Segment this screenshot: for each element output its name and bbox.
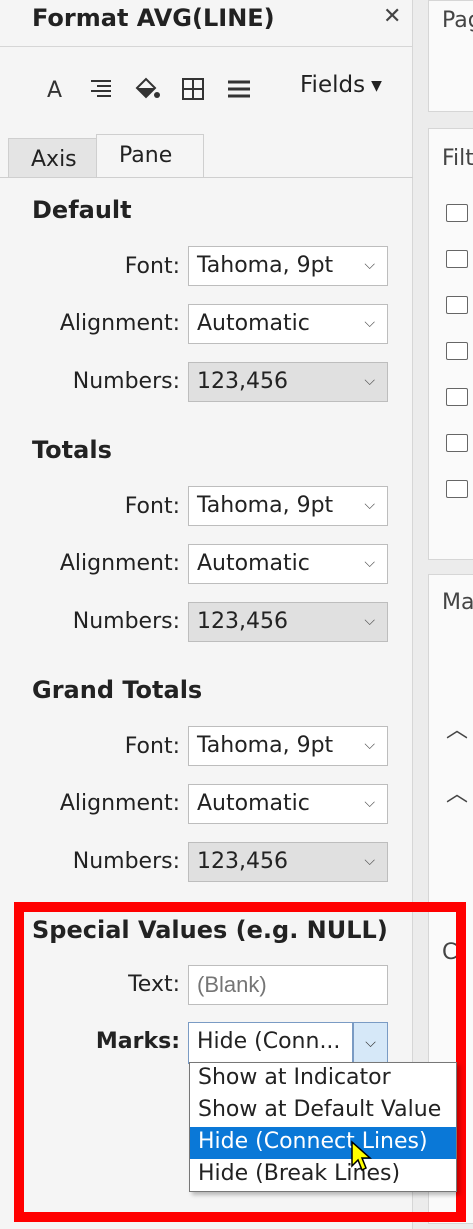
default-numbers-label: Numbers:	[72, 369, 180, 394]
totals-numbers-select[interactable]: 123,456 ⌵	[188, 602, 388, 642]
marks-card-label: Ma	[442, 590, 473, 615]
close-icon[interactable]: ✕	[383, 4, 401, 29]
grand-totals-alignment-select[interactable]: Automatic ⌵	[188, 784, 388, 824]
fields-dropdown[interactable]: Fields ▼	[300, 72, 382, 98]
default-alignment-label: Alignment:	[59, 311, 180, 336]
marks-dropdown-list: Show at Indicator Show at Default Value …	[189, 1062, 457, 1192]
caret-down-icon: ▼	[371, 77, 382, 94]
filter-item-icon[interactable]	[446, 342, 468, 360]
totals-font-label: Font:	[124, 494, 180, 519]
chevron-down-icon: ⌵	[364, 315, 375, 331]
default-numbers-value: 123,456	[197, 369, 288, 394]
filter-item-icon[interactable]	[446, 296, 468, 314]
filter-item-icon[interactable]	[446, 388, 468, 406]
default-alignment-select[interactable]: Automatic ⌵	[188, 304, 388, 344]
chevron-down-icon: ⌵	[364, 257, 375, 273]
totals-alignment-label: Alignment:	[59, 551, 180, 576]
chevron-down-icon: ⌵	[364, 853, 375, 869]
alignment-icon[interactable]	[86, 74, 116, 104]
chevron-down-icon: ⌵	[364, 737, 375, 753]
mouse-pointer-icon	[351, 1140, 372, 1172]
grand-totals-numbers-value: 123,456	[197, 849, 288, 874]
totals-alignment-value: Automatic	[197, 551, 310, 576]
section-special-values-title: Special Values (e.g. NULL)	[32, 916, 388, 944]
pages-label: Pag	[442, 8, 473, 33]
toolbar-divider	[0, 46, 413, 47]
totals-font-value: Tahoma, 9pt	[197, 493, 334, 518]
borders-icon[interactable]	[178, 74, 208, 104]
section-totals-title: Totals	[32, 436, 112, 464]
marks-option-hide-break-lines[interactable]: Hide (Break Lines)	[190, 1159, 456, 1191]
font-icon[interactable]: A	[40, 74, 70, 104]
special-text-input[interactable]	[188, 965, 388, 1005]
totals-alignment-select[interactable]: Automatic ⌵	[188, 544, 388, 584]
format-pane: Format AVG(LINE) ✕ A Fields ▼ Axis Pane D…	[0, 0, 413, 1229]
chevron-down-icon[interactable]: ⌵	[353, 1022, 388, 1064]
grand-totals-font-select[interactable]: Tahoma, 9pt ⌵	[188, 726, 388, 766]
grand-totals-font-value: Tahoma, 9pt	[197, 733, 334, 758]
grand-totals-font-label: Font:	[124, 734, 180, 759]
chevron-down-icon: ⌵	[364, 373, 375, 389]
marks-option-hide-connect-lines[interactable]: Hide (Connect Lines)	[190, 1127, 456, 1159]
shading-icon[interactable]	[132, 74, 162, 104]
default-font-select[interactable]: Tahoma, 9pt ⌵	[188, 246, 388, 286]
grand-totals-alignment-label: Alignment:	[59, 791, 180, 816]
section-default-title: Default	[32, 196, 132, 224]
filter-item-icon[interactable]	[446, 480, 468, 498]
marks-card-partial-text: C	[442, 940, 458, 965]
default-font-value: Tahoma, 9pt	[197, 253, 334, 278]
filter-item-icon[interactable]	[446, 204, 468, 222]
chevron-down-icon: ⌵	[364, 555, 375, 571]
pane-title: Format AVG(LINE)	[32, 4, 275, 32]
special-text-label: Text:	[128, 972, 180, 997]
chevron-down-icon: ⌵	[364, 613, 375, 629]
chevron-down-icon: ⌵	[364, 795, 375, 811]
marks-option-show-at-indicator[interactable]: Show at Indicator	[190, 1063, 456, 1095]
default-alignment-value: Automatic	[197, 311, 310, 336]
marks-option-show-at-default-value[interactable]: Show at Default Value	[190, 1095, 456, 1127]
grand-totals-numbers-label: Numbers:	[72, 849, 180, 874]
default-numbers-select[interactable]: 123,456 ⌵	[188, 362, 388, 402]
tab-divider	[0, 177, 413, 178]
totals-font-select[interactable]: Tahoma, 9pt ⌵	[188, 486, 388, 526]
chevron-up-icon[interactable]: ︿	[446, 712, 468, 744]
filter-item-icon[interactable]	[446, 250, 468, 268]
svg-text:A: A	[47, 78, 62, 101]
totals-numbers-label: Numbers:	[72, 609, 180, 634]
chevron-down-icon: ⌵	[364, 497, 375, 513]
section-grand-totals-title: Grand Totals	[32, 676, 203, 704]
filters-label: Filt	[442, 146, 473, 171]
special-marks-select[interactable]: Hide (Conn...	[188, 1022, 353, 1064]
tab-pane[interactable]: Pane	[96, 134, 204, 178]
grand-totals-alignment-value: Automatic	[197, 791, 310, 816]
chevron-up-icon[interactable]: ︿	[446, 776, 468, 808]
lines-icon[interactable]	[224, 74, 254, 104]
totals-numbers-value: 123,456	[197, 609, 288, 634]
grand-totals-numbers-select[interactable]: 123,456 ⌵	[188, 842, 388, 882]
special-marks-label: Marks:	[95, 1029, 180, 1054]
fields-label: Fields	[300, 72, 366, 98]
default-font-label: Font:	[124, 254, 180, 279]
filter-item-icon[interactable]	[446, 434, 468, 452]
tab-axis[interactable]: Axis	[8, 138, 98, 178]
